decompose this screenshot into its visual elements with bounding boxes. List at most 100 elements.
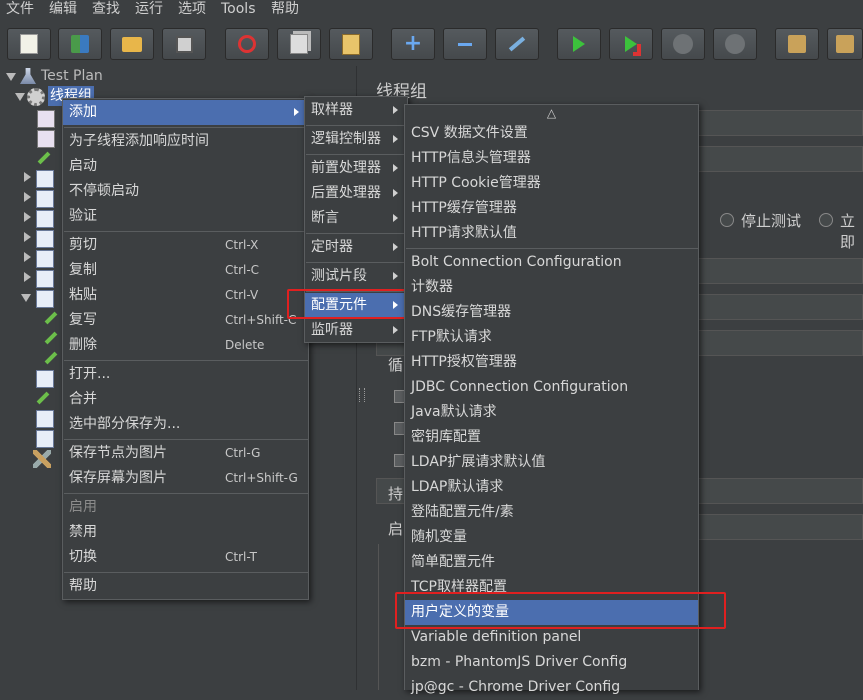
menu-help[interactable]: 帮助 xyxy=(271,0,299,20)
expand-arrow-icon[interactable] xyxy=(21,294,31,302)
config-item-chrome-driver[interactable]: jp@gc - Chrome Driver Config xyxy=(405,675,698,700)
config-item-http-auth[interactable]: HTTP授权管理器 xyxy=(405,350,698,375)
submenu-item-listener[interactable]: 监听器 xyxy=(305,318,407,343)
tree-node-test-plan[interactable]: Test Plan xyxy=(41,66,103,86)
save-button[interactable] xyxy=(162,28,206,60)
menu-run[interactable]: 运行 xyxy=(135,0,163,20)
expand-button[interactable]: + xyxy=(391,28,435,60)
config-item-csv[interactable]: CSV 数据文件设置 xyxy=(405,121,698,146)
submenu-arrow-icon xyxy=(393,326,398,334)
stop-button[interactable] xyxy=(661,28,705,60)
menu-tools[interactable]: Tools xyxy=(221,0,256,20)
submenu-item-pre-processor[interactable]: 前置处理器 xyxy=(305,156,407,181)
config-item-java-defaults[interactable]: Java默认请求 xyxy=(405,400,698,425)
config-item-phantomjs[interactable]: bzm - PhantomJS Driver Config xyxy=(405,650,698,675)
shutdown-button[interactable] xyxy=(713,28,757,60)
toolbar: + xyxy=(0,22,863,64)
collapse-arrow-icon[interactable] xyxy=(24,212,31,222)
stop-test-radio[interactable] xyxy=(720,213,734,227)
menu-item-copy[interactable]: 复制 Ctrl-C xyxy=(63,258,308,283)
templates-button[interactable] xyxy=(58,28,102,60)
clear-all-button[interactable] xyxy=(827,28,863,60)
copy-button[interactable] xyxy=(277,28,321,60)
menu-item-start-no-pause[interactable]: 不停顿启动 xyxy=(63,179,308,204)
expand-arrow-icon[interactable] xyxy=(6,73,16,81)
collapse-arrow-icon[interactable] xyxy=(24,272,31,282)
graph-icon xyxy=(37,110,55,128)
menu-separator xyxy=(64,127,309,128)
submenu-item-timer[interactable]: 定时器 xyxy=(305,235,407,260)
menu-separator xyxy=(64,439,309,440)
config-item-dns-cache[interactable]: DNS缓存管理器 xyxy=(405,300,698,325)
wand-icon xyxy=(508,36,526,52)
config-item-ldap-ext[interactable]: LDAP扩展请求默认值 xyxy=(405,450,698,475)
config-item-http-cache[interactable]: HTTP缓存管理器 xyxy=(405,196,698,221)
menu-item-open[interactable]: 打开... xyxy=(63,362,308,387)
menu-edit[interactable]: 编辑 xyxy=(49,0,77,20)
submenu-item-assertion[interactable]: 断言 xyxy=(305,206,407,231)
menu-item-start[interactable]: 启动 xyxy=(63,154,308,179)
config-item-bolt[interactable]: Bolt Connection Configuration xyxy=(405,250,698,275)
scroll-up-button[interactable]: △ xyxy=(405,105,698,121)
menu-item-add-response-time[interactable]: 为子线程添加响应时间 xyxy=(63,129,308,154)
collapse-arrow-icon[interactable] xyxy=(24,172,31,182)
broom-icon xyxy=(788,35,806,53)
menu-item-add[interactable]: 添加 xyxy=(63,100,308,125)
start-no-pause-button[interactable] xyxy=(609,28,653,60)
clear-button[interactable] xyxy=(775,28,819,60)
flask-icon xyxy=(20,68,36,84)
toggle-button[interactable] xyxy=(495,28,539,60)
menu-item-toggle[interactable]: 切换 Ctrl-T xyxy=(63,545,308,570)
config-item-http-defaults[interactable]: HTTP请求默认值 xyxy=(405,221,698,246)
config-item-random-variable[interactable]: 随机变量 xyxy=(405,525,698,550)
menu-options[interactable]: 选项 xyxy=(178,0,206,20)
menu-separator xyxy=(306,125,408,126)
submenu-item-post-processor[interactable]: 后置处理器 xyxy=(305,181,407,206)
config-item-http-header[interactable]: HTTP信息头管理器 xyxy=(405,146,698,171)
divider-grip-icon xyxy=(359,388,365,402)
menu-bar: 文件 编辑 查找 运行 选项 Tools 帮助 xyxy=(0,0,863,20)
config-item-jdbc[interactable]: JDBC Connection Configuration xyxy=(405,375,698,400)
menu-item-paste[interactable]: 粘贴 Ctrl-V xyxy=(63,283,308,308)
collapse-button[interactable] xyxy=(443,28,487,60)
submenu-item-test-fragment[interactable]: 测试片段 xyxy=(305,264,407,289)
menu-item-disable[interactable]: 禁用 xyxy=(63,520,308,545)
broom-all-icon xyxy=(836,35,854,53)
start-button[interactable] xyxy=(557,28,601,60)
new-button[interactable] xyxy=(7,28,51,60)
menu-separator xyxy=(64,360,309,361)
config-item-ftp-defaults[interactable]: FTP默认请求 xyxy=(405,325,698,350)
open-button[interactable] xyxy=(110,28,154,60)
menu-item-merge[interactable]: 合并 xyxy=(63,387,308,412)
controller-icon xyxy=(36,170,54,188)
collapse-arrow-icon[interactable] xyxy=(24,232,31,242)
stop-now-radio[interactable] xyxy=(819,213,833,227)
cut-button[interactable] xyxy=(225,28,269,60)
menu-item-cut[interactable]: 剪切 Ctrl-X xyxy=(63,233,308,258)
menu-item-validate[interactable]: 验证 xyxy=(63,204,308,229)
menu-item-duplicate[interactable]: 复写 Ctrl+Shift-C xyxy=(63,308,308,333)
config-item-ldap-defaults[interactable]: LDAP默认请求 xyxy=(405,475,698,500)
config-item-simple-config[interactable]: 简单配置元件 xyxy=(405,550,698,575)
paste-button[interactable] xyxy=(329,28,373,60)
collapse-arrow-icon[interactable] xyxy=(24,252,31,262)
submenu-item-logic-controller[interactable]: 逻辑控制器 xyxy=(305,127,407,152)
menu-item-save-node-image[interactable]: 保存节点为图片 Ctrl-G xyxy=(63,441,308,466)
menu-file[interactable]: 文件 xyxy=(6,0,34,20)
config-item-login[interactable]: 登陆配置元件/素 xyxy=(405,500,698,525)
config-item-counter[interactable]: 计数器 xyxy=(405,275,698,300)
menu-item-save-screen-image[interactable]: 保存屏幕为图片 Ctrl+Shift-G xyxy=(63,466,308,491)
menu-search[interactable]: 查找 xyxy=(92,0,120,20)
submenu-item-sampler[interactable]: 取样器 xyxy=(305,98,407,123)
loop-label: 循 xyxy=(388,356,404,374)
menu-item-help[interactable]: 帮助 xyxy=(63,574,308,599)
config-item-http-cookie[interactable]: HTTP Cookie管理器 xyxy=(405,171,698,196)
collapse-arrow-icon[interactable] xyxy=(24,192,31,202)
panel-border xyxy=(378,544,379,690)
menu-item-save-selection[interactable]: 选中部分保存为... xyxy=(63,412,308,437)
menu-item-enable[interactable]: 启用 xyxy=(63,495,308,520)
controller-icon xyxy=(36,230,54,248)
expand-arrow-icon[interactable] xyxy=(15,93,25,101)
menu-item-delete[interactable]: 删除 Delete xyxy=(63,333,308,358)
config-item-keystore[interactable]: 密钥库配置 xyxy=(405,425,698,450)
